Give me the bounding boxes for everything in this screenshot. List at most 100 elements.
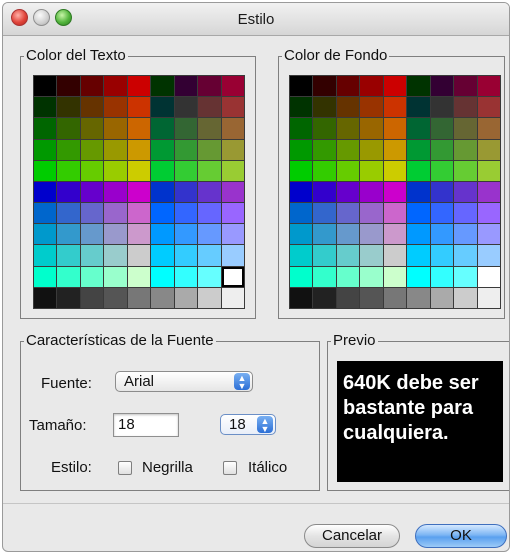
text-color-swatch[interactable] — [34, 224, 57, 245]
background-color-swatch[interactable] — [336, 287, 360, 308]
background-color-swatch[interactable] — [336, 245, 360, 266]
size-popup[interactable]: 18 ▲ ▼ — [220, 414, 276, 435]
text-color-swatch[interactable] — [104, 118, 127, 139]
background-color-swatch[interactable] — [383, 245, 407, 266]
text-color-swatch[interactable] — [80, 245, 104, 266]
background-color-swatch[interactable] — [360, 266, 383, 287]
text-color-swatch[interactable] — [151, 181, 174, 203]
background-color-swatch[interactable] — [290, 203, 313, 224]
text-color-swatch[interactable] — [151, 160, 174, 181]
background-color-swatch[interactable] — [430, 245, 454, 266]
text-color-swatch[interactable] — [57, 139, 80, 160]
text-color-swatch[interactable] — [127, 181, 151, 203]
text-color-swatch[interactable] — [198, 266, 221, 287]
cancel-button[interactable]: Cancelar — [304, 524, 400, 548]
text-color-swatch[interactable] — [104, 245, 127, 266]
background-color-swatch[interactable] — [313, 203, 336, 224]
background-color-swatch[interactable] — [290, 139, 313, 160]
background-color-swatch[interactable] — [290, 224, 313, 245]
text-color-swatch[interactable] — [151, 139, 174, 160]
text-color-swatch[interactable] — [174, 181, 198, 203]
background-color-swatch[interactable] — [290, 97, 313, 118]
text-color-swatch[interactable] — [151, 76, 174, 97]
text-color-swatch[interactable] — [221, 118, 244, 139]
background-color-swatch[interactable] — [360, 76, 383, 97]
background-color-swatch[interactable] — [383, 118, 407, 139]
text-color-swatch[interactable] — [151, 224, 174, 245]
background-color-swatch[interactable] — [360, 118, 383, 139]
background-color-swatch[interactable] — [407, 118, 430, 139]
background-color-swatch[interactable] — [290, 160, 313, 181]
background-color-swatch[interactable] — [383, 76, 407, 97]
text-color-swatch[interactable] — [80, 139, 104, 160]
background-color-swatch[interactable] — [336, 118, 360, 139]
text-color-swatch[interactable] — [80, 224, 104, 245]
background-color-swatch[interactable] — [290, 245, 313, 266]
background-color-swatch[interactable] — [477, 139, 500, 160]
background-color-swatch[interactable] — [290, 118, 313, 139]
text-color-swatch[interactable] — [34, 97, 57, 118]
background-color-swatch[interactable] — [454, 287, 477, 308]
text-color-swatch[interactable] — [221, 97, 244, 118]
background-color-swatch[interactable] — [336, 97, 360, 118]
background-color-swatch[interactable] — [454, 224, 477, 245]
text-color-swatch[interactable] — [174, 287, 198, 308]
background-color-swatch[interactable] — [407, 76, 430, 97]
text-color-swatch[interactable] — [127, 76, 151, 97]
text-color-swatch[interactable] — [221, 203, 244, 224]
background-color-swatch[interactable] — [407, 245, 430, 266]
background-color-swatch[interactable] — [360, 224, 383, 245]
background-color-swatch[interactable] — [313, 181, 336, 203]
text-color-swatch[interactable] — [34, 139, 57, 160]
background-color-swatch[interactable] — [454, 97, 477, 118]
text-color-swatch[interactable] — [198, 97, 221, 118]
text-color-swatch[interactable] — [221, 181, 244, 203]
background-color-swatch[interactable] — [407, 203, 430, 224]
background-color-swatch[interactable] — [430, 181, 454, 203]
background-color-swatch[interactable] — [313, 224, 336, 245]
background-color-swatch[interactable] — [336, 266, 360, 287]
text-color-swatch[interactable] — [174, 118, 198, 139]
background-color-swatch[interactable] — [477, 160, 500, 181]
background-color-swatch[interactable] — [336, 224, 360, 245]
background-color-swatch[interactable] — [313, 266, 336, 287]
font-popup[interactable]: Arial ▲ ▼ — [115, 371, 253, 392]
text-color-swatch[interactable] — [221, 287, 244, 308]
text-color-swatch[interactable] — [80, 118, 104, 139]
background-color-swatch[interactable] — [313, 76, 336, 97]
background-color-swatch[interactable] — [477, 224, 500, 245]
background-color-swatch[interactable] — [407, 287, 430, 308]
background-color-swatch[interactable] — [430, 287, 454, 308]
text-color-swatch[interactable] — [198, 181, 221, 203]
text-color-swatch[interactable] — [34, 266, 57, 287]
text-color-swatch[interactable] — [174, 224, 198, 245]
background-color-swatch[interactable] — [383, 97, 407, 118]
text-color-swatch[interactable] — [151, 118, 174, 139]
text-color-swatch[interactable] — [221, 76, 244, 97]
background-color-swatch[interactable] — [290, 266, 313, 287]
background-color-swatch[interactable] — [313, 287, 336, 308]
background-color-swatch[interactable] — [430, 139, 454, 160]
text-color-swatch[interactable] — [174, 245, 198, 266]
background-color-swatch[interactable] — [407, 97, 430, 118]
text-color-swatch[interactable] — [57, 203, 80, 224]
background-color-swatch[interactable] — [430, 160, 454, 181]
background-color-swatch[interactable] — [407, 266, 430, 287]
text-color-swatch[interactable] — [151, 97, 174, 118]
text-color-swatch[interactable] — [57, 224, 80, 245]
background-color-swatch[interactable] — [454, 266, 477, 287]
background-color-swatch[interactable] — [336, 181, 360, 203]
ok-button[interactable]: OK — [415, 524, 507, 548]
text-color-swatch[interactable] — [127, 97, 151, 118]
background-color-swatch[interactable] — [430, 203, 454, 224]
background-color-swatch[interactable] — [290, 287, 313, 308]
background-color-swatch[interactable] — [454, 118, 477, 139]
text-color-swatch[interactable] — [198, 245, 221, 266]
text-color-swatch[interactable] — [80, 76, 104, 97]
text-color-swatch[interactable] — [198, 118, 221, 139]
text-color-swatch[interactable] — [80, 287, 104, 308]
background-color-swatch-selected[interactable] — [290, 76, 313, 97]
background-color-swatch[interactable] — [454, 139, 477, 160]
background-color-swatch[interactable] — [407, 139, 430, 160]
text-color-swatch[interactable] — [34, 181, 57, 203]
